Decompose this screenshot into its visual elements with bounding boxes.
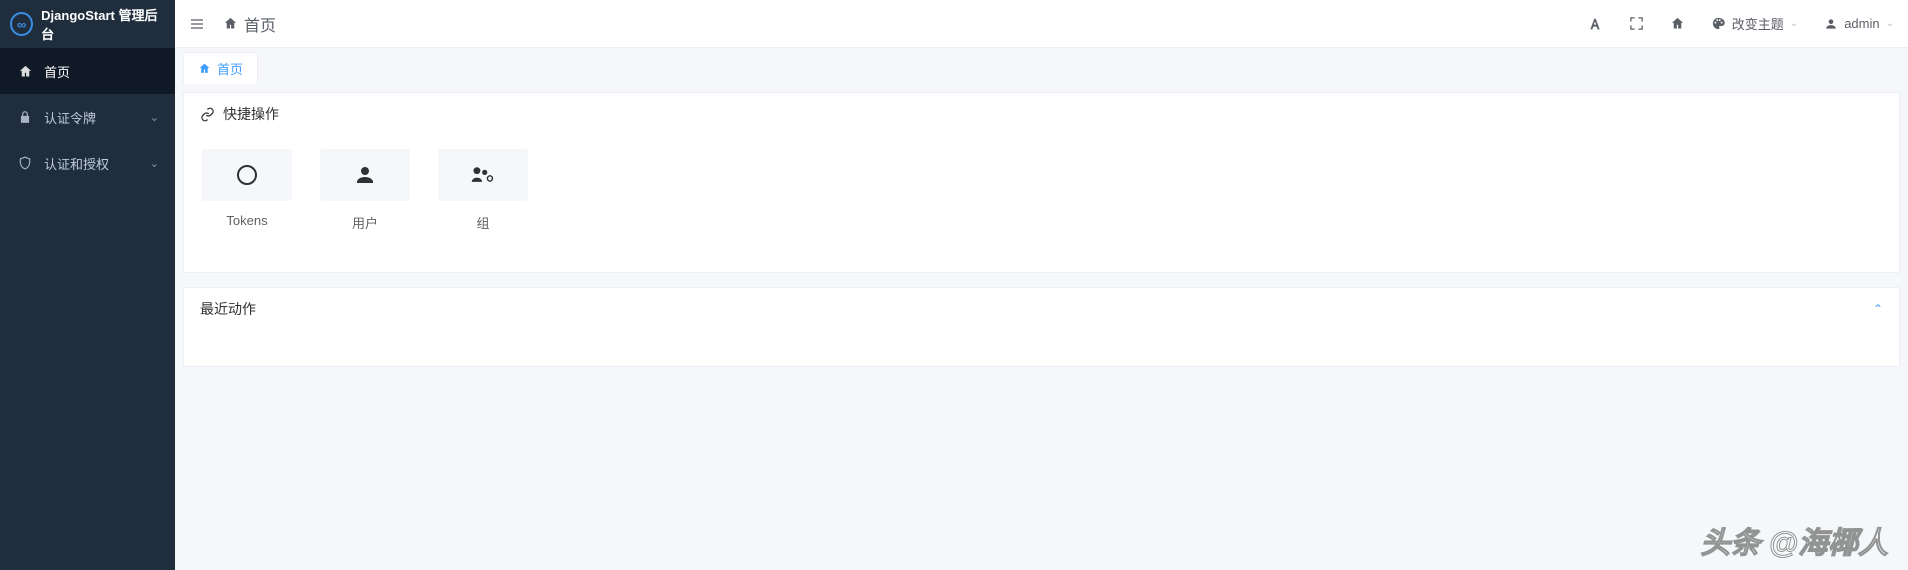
user-icon (353, 163, 377, 187)
sidebar-item-label: 认证和授权 (44, 154, 109, 173)
link-icon (200, 107, 215, 122)
quick-action-groups: 组 (438, 149, 528, 232)
content: 快捷操作 Tokens (175, 84, 1908, 570)
brand-row: ∞ DjangoStart 管理后台 (0, 0, 175, 48)
breadcrumb-home[interactable]: 首页 (223, 12, 276, 36)
quick-actions-card: 快捷操作 Tokens (183, 92, 1900, 273)
users-cog-icon (470, 163, 496, 187)
card-title: 快捷操作 (223, 104, 279, 124)
home-icon (18, 64, 34, 79)
chevron-down-icon: ⌄ (1886, 18, 1894, 29)
chevron-down-icon: ⌄ (1790, 18, 1798, 29)
tab-home[interactable]: 首页 (183, 52, 258, 84)
user-menu-button[interactable]: admin ⌄ (1824, 16, 1894, 31)
menu-toggle-button[interactable] (189, 16, 205, 32)
quick-action-label: 用户 (352, 213, 378, 232)
quick-action-button[interactable] (320, 149, 410, 201)
tabs-row: 首页 (175, 48, 1908, 84)
main-area: 首页 改变主题 ⌄ (175, 0, 1908, 570)
home-button[interactable] (1670, 16, 1685, 31)
sidebar-item-label: 认证令牌 (44, 108, 96, 127)
quick-action-button[interactable] (202, 149, 292, 201)
palette-icon (1711, 16, 1726, 31)
breadcrumb-label: 首页 (244, 12, 276, 36)
sidebar-item-auth-authz[interactable]: 认证和授权 ⌄ (0, 140, 175, 186)
lock-icon (18, 110, 34, 124)
recent-actions-card: 最近动作 ⌃ (183, 287, 1900, 367)
quick-action-label: Tokens (226, 213, 267, 228)
chevron-up-icon: ⌃ (1873, 302, 1883, 316)
font-size-button[interactable] (1587, 16, 1603, 32)
theme-label: 改变主题 (1732, 14, 1784, 33)
sidebar-item-home[interactable]: 首页 (0, 48, 175, 94)
circle-icon (235, 163, 259, 187)
quick-action-tokens: Tokens (202, 149, 292, 232)
theme-button[interactable]: 改变主题 ⌄ (1711, 14, 1798, 33)
card-header: 快捷操作 (184, 93, 1899, 135)
quick-action-users: 用户 (320, 149, 410, 232)
fullscreen-button[interactable] (1629, 16, 1644, 31)
chevron-down-icon: ⌄ (150, 157, 159, 170)
shield-icon (18, 156, 34, 170)
sidebar-item-auth-token[interactable]: 认证令牌 ⌄ (0, 94, 175, 140)
sidebar: ∞ DjangoStart 管理后台 首页 认证令牌 ⌄ 认证和授权 ⌄ (0, 0, 175, 570)
tab-label: 首页 (217, 59, 243, 78)
home-icon (198, 62, 211, 75)
card-body-empty (184, 330, 1899, 366)
sidebar-item-label: 首页 (44, 62, 70, 81)
card-title: 最近动作 (200, 299, 256, 319)
chevron-down-icon: ⌄ (150, 111, 159, 124)
logo-icon: ∞ (10, 12, 33, 36)
card-header-collapsible[interactable]: 最近动作 ⌃ (184, 288, 1899, 330)
quick-action-label: 组 (476, 213, 489, 232)
user-icon (1824, 17, 1838, 31)
brand-title: DjangoStart 管理后台 (41, 5, 165, 43)
topbar: 首页 改变主题 ⌄ (175, 0, 1908, 48)
user-label: admin (1844, 16, 1879, 31)
quick-action-button[interactable] (438, 149, 528, 201)
